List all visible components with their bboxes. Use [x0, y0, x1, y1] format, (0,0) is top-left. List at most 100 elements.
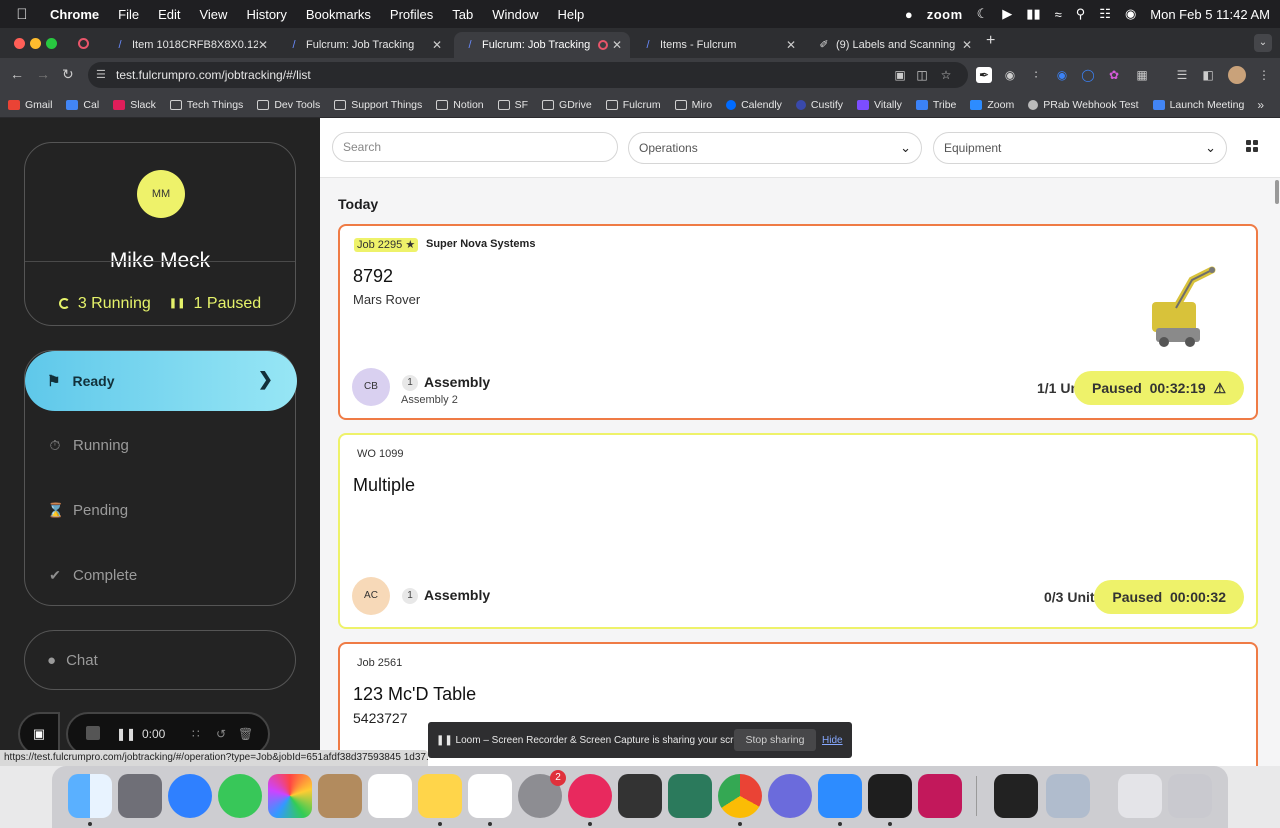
media-control-icon[interactable]: ☰ [1174, 67, 1190, 83]
extension-pen-icon[interactable]: ✒ [976, 67, 992, 83]
photos-icon[interactable] [268, 774, 312, 818]
extension-blue-icon[interactable]: ◉ [1054, 67, 1070, 83]
search-icon[interactable]: ⚲ [1076, 6, 1086, 22]
perplexity-icon[interactable] [768, 774, 812, 818]
close-tab-icon[interactable]: ✕ [612, 38, 622, 52]
bookmark-sf[interactable]: SF [497, 99, 528, 111]
launchpad-icon[interactable] [118, 774, 162, 818]
control-center-icon[interactable]: ☷ [1099, 6, 1111, 22]
zoom-menubar-label[interactable]: zoom [927, 7, 963, 22]
site-settings-icon[interactable]: ☰ [96, 62, 106, 88]
bookmark-prab-webhook[interactable]: PRab Webhook Test [1028, 99, 1139, 111]
menu-edit[interactable]: Edit [158, 7, 180, 22]
paused-count[interactable]: ❚❚ 1 Paused [169, 295, 261, 313]
bookmark-dev-tools[interactable]: Dev Tools [257, 99, 320, 111]
side-panel-icon[interactable]: ◧ [1200, 67, 1216, 83]
microphone-icon[interactable]: ● [905, 7, 913, 22]
menu-window[interactable]: Window [492, 7, 538, 22]
job-card[interactable]: WO 1099 Multiple AC 1 Assembly 0/3 Units… [338, 433, 1258, 629]
close-tab-icon[interactable]: ✕ [962, 38, 972, 52]
bookmark-gdrive[interactable]: GDrive [542, 99, 592, 111]
menu-history[interactable]: History [246, 7, 286, 22]
rider-icon[interactable] [918, 774, 962, 818]
reload-icon[interactable]: ↻ [62, 66, 74, 83]
finder-icon[interactable] [68, 774, 112, 818]
status-pill-paused[interactable]: Paused 00:00:32 [1094, 580, 1244, 614]
minimize-window-button[interactable] [30, 38, 41, 49]
wifi-icon[interactable]: ≈ [1055, 7, 1062, 22]
drag-handle-icon[interactable]: ∷ [192, 727, 200, 741]
tab-labels-scanning[interactable]: ✐ (9) Labels and Scanning ✕ [808, 32, 980, 58]
preview-icon[interactable] [1046, 774, 1090, 818]
stop-sharing-button[interactable]: Stop sharing [734, 729, 816, 751]
atom-icon[interactable] [668, 774, 712, 818]
moon-icon[interactable]: ☾ [977, 6, 989, 22]
extension-cookie-icon[interactable]: ◉ [1002, 67, 1018, 83]
bookmark-tech-things[interactable]: Tech Things [169, 99, 243, 111]
apple-icon[interactable]:  [12, 6, 32, 23]
nav-complete[interactable]: ✔ Complete [47, 567, 137, 584]
nav-pending[interactable]: ⌛ Pending [47, 502, 128, 519]
bookmark-gmail[interactable]: Gmail [8, 99, 52, 111]
bookmarks-overflow-icon[interactable]: » [1257, 98, 1264, 112]
forward-arrow-icon[interactable]: → [36, 66, 50, 82]
trash-icon[interactable] [1168, 774, 1212, 818]
battery-icon[interactable]: ▮▮ [1026, 6, 1040, 22]
new-tab-icon[interactable]: + [986, 32, 995, 50]
back-arrow-icon[interactable]: ← [10, 66, 24, 82]
extension-ring-icon[interactable]: ◯ [1080, 67, 1096, 83]
menu-help[interactable]: Help [558, 7, 585, 22]
bookmark-zoom[interactable]: Zoom [970, 99, 1014, 111]
scrollbar-thumb[interactable] [1275, 180, 1279, 204]
work-order-tag[interactable]: WO 1099 [354, 447, 406, 461]
running-count[interactable]: 3 Running [58, 295, 151, 313]
terminal-icon[interactable] [994, 774, 1038, 818]
sublime-text-icon[interactable] [618, 774, 662, 818]
menu-profiles[interactable]: Profiles [390, 7, 433, 22]
menu-view[interactable]: View [199, 7, 227, 22]
restart-icon[interactable]: ↺ [216, 727, 226, 741]
bookmark-launch-meeting[interactable]: Launch Meeting [1152, 99, 1244, 111]
bookmark-fulcrum[interactable]: Fulcrum [605, 99, 661, 111]
vscode-icon[interactable] [868, 774, 912, 818]
address-bar[interactable]: ☰ test.fulcrumpro.com/jobtracking/#/list [88, 62, 968, 88]
menu-app-chrome[interactable]: Chrome [50, 7, 99, 22]
bookmark-notion[interactable]: Notion [436, 99, 484, 111]
chrome-profile-avatar[interactable] [1228, 66, 1246, 84]
close-tab-icon[interactable]: ✕ [258, 38, 268, 52]
bookmark-cal[interactable]: Cal [66, 99, 99, 111]
tab-job-tracking-active[interactable]: / Fulcrum: Job Tracking ✕ [454, 32, 630, 58]
notes-icon[interactable] [418, 774, 462, 818]
status-pill-paused[interactable]: Paused 00:32:19 ⚠ [1074, 371, 1244, 405]
bookmark-star-icon[interactable]: ☆ [938, 67, 954, 83]
tab-item-1018[interactable]: / Item 1018CRFB8X8X0.125 10 ✕ [104, 32, 276, 58]
messages-icon[interactable] [218, 774, 262, 818]
siri-icon[interactable]: ◉ [1125, 6, 1136, 22]
chrome-icon[interactable] [718, 774, 762, 818]
pause-recording-icon[interactable]: ❚❚ [116, 727, 136, 741]
bookmark-vitally[interactable]: Vitally [857, 99, 902, 111]
grid-view-icon[interactable] [1246, 140, 1258, 152]
stop-recording-icon[interactable] [86, 726, 100, 740]
bookmark-slack[interactable]: Slack [113, 99, 156, 111]
trash-icon[interactable]: 🗑 [238, 727, 253, 741]
tab-items-fulcrum[interactable]: / Items - Fulcrum ✕ [632, 32, 804, 58]
search-input[interactable]: Search [332, 132, 618, 162]
safari-icon[interactable] [168, 774, 212, 818]
menu-tab[interactable]: Tab [452, 7, 473, 22]
close-tab-icon[interactable]: ✕ [786, 38, 796, 52]
downloads-icon[interactable] [1118, 774, 1162, 818]
cast-icon[interactable]: ◫ [914, 67, 930, 83]
contacts-icon[interactable] [318, 774, 362, 818]
nav-ready[interactable]: ⚑ Ready ❯ [25, 351, 297, 411]
operations-select[interactable]: Operations ⌄ [628, 132, 922, 164]
menubar-clock[interactable]: Mon Feb 5 11:42 AM [1150, 7, 1270, 22]
job-card[interactable]: Job 2295 ★ Super Nova Systems 8792 Mars … [338, 224, 1258, 420]
close-window-button[interactable] [14, 38, 25, 49]
bookmark-support-things[interactable]: Support Things [334, 99, 422, 111]
menu-file[interactable]: File [118, 7, 139, 22]
play-icon[interactable]: ▶ [1002, 6, 1012, 22]
bookmark-miro[interactable]: Miro [674, 99, 712, 111]
tab-job-tracking-1[interactable]: / Fulcrum: Job Tracking ✕ [278, 32, 450, 58]
bookmark-calendly[interactable]: Calendly [726, 99, 782, 111]
